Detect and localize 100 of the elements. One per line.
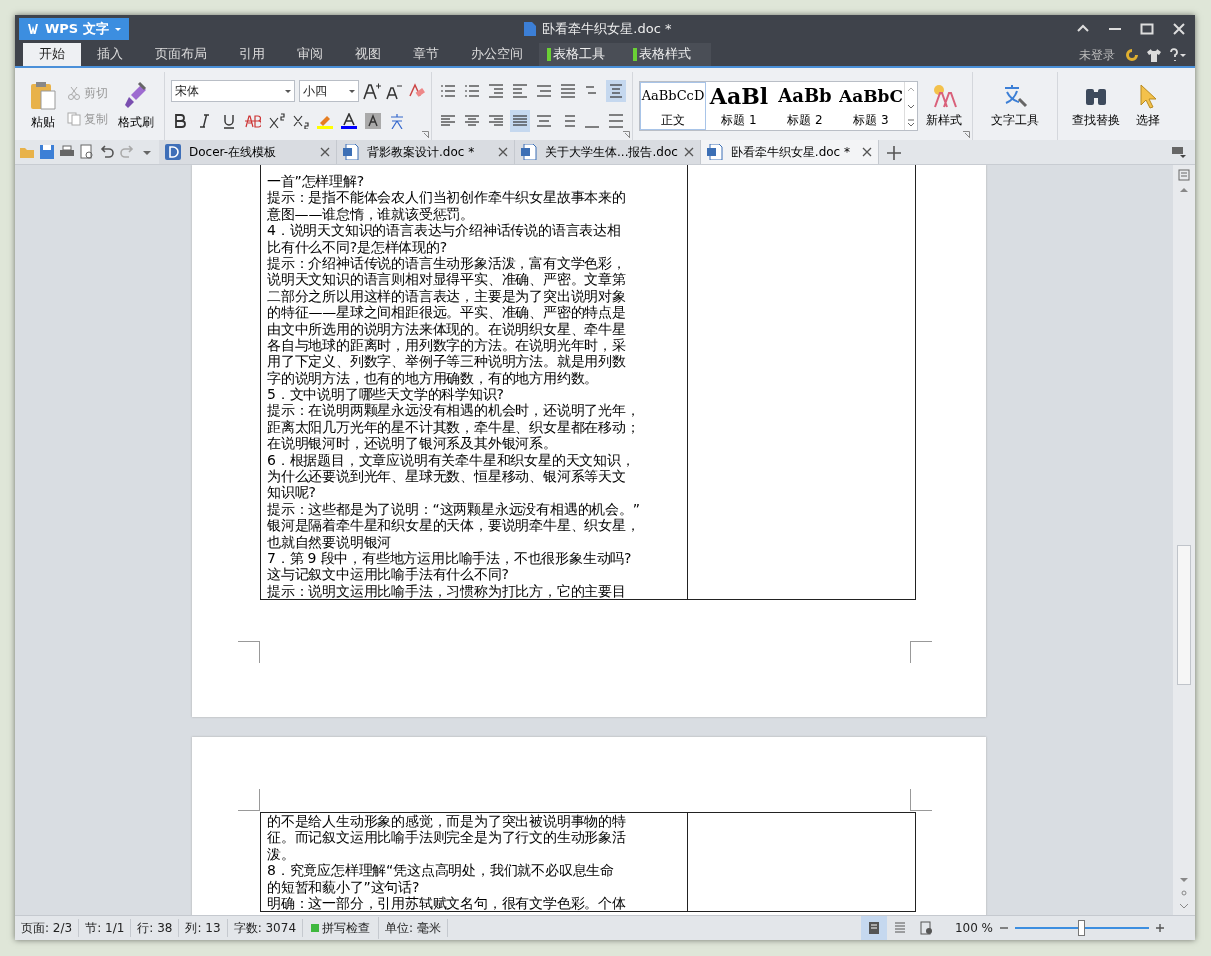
login-status[interactable]: 未登录 — [1079, 45, 1115, 64]
new-style-icon — [931, 83, 957, 109]
scroll-up-icon[interactable] — [1179, 187, 1189, 193]
document-text-line: 知识呢? — [267, 484, 317, 501]
document-tab[interactable]: 卧看牵牛织女星.doc * — [700, 140, 879, 164]
ribbon-tab[interactable]: 审阅 — [281, 43, 339, 66]
zoom-in-icon[interactable] — [1155, 923, 1165, 933]
crop-mark — [910, 789, 932, 811]
document-tab[interactable]: 背影教案设计.doc * — [337, 140, 515, 164]
line-spacing-icon[interactable] — [536, 83, 552, 99]
character-shading-icon[interactable] — [365, 113, 381, 129]
document-text-line: 银河是隔着牵牛星和织女星的天体，要说明牵牛星、织女星， — [267, 517, 641, 534]
document-text-line: 二部分之所以用这样的语言表达，主要是为了突出说明对象 — [267, 287, 627, 305]
strikethrough-icon[interactable] — [245, 113, 261, 129]
paste-button[interactable]: 粘贴 — [25, 81, 61, 131]
ribbon-tab[interactable]: 章节 — [397, 43, 455, 66]
scroll-down-icon[interactable] — [1179, 877, 1189, 883]
close-icon[interactable] — [320, 147, 330, 157]
close-icon[interactable] — [683, 147, 694, 157]
text-tools-button[interactable]: 文字工具 — [979, 83, 1051, 129]
zoom-level: 100 % — [954, 920, 993, 937]
save-icon[interactable] — [39, 144, 55, 160]
status-text: 列: 13 — [185, 920, 221, 937]
decrease-indent-icon[interactable] — [488, 83, 504, 99]
close-icon[interactable] — [861, 147, 872, 157]
page-icon[interactable] — [1178, 169, 1190, 181]
font-size-field[interactable]: 小四 — [299, 80, 359, 102]
align-center-icon[interactable] — [464, 113, 480, 129]
document-text-line: 7．第 9 段中，有些地方运用比喻手法，不也很形象生动吗? — [267, 550, 633, 567]
undo-icon[interactable] — [99, 144, 115, 160]
document-text-line: 也就自然要说明银河 — [267, 533, 393, 550]
font-name-field[interactable]: 宋体 — [171, 80, 295, 102]
page-view-icon[interactable] — [866, 921, 881, 935]
document-text-line: 这与记叙文中运用比喻手法有什么不同? — [267, 566, 510, 583]
ribbon-tab[interactable]: 视图 — [339, 43, 397, 66]
format-painter-button[interactable]: 格式刷 — [114, 81, 158, 131]
dialog-launcher-icon[interactable] — [422, 131, 429, 138]
dialog-launcher-icon[interactable] — [963, 131, 970, 138]
bold-icon[interactable] — [173, 113, 189, 129]
document-text-line: 为什么还要说到光年、星球无数、恒星移动、银河系等天文 — [267, 468, 627, 485]
superscript-icon[interactable] — [269, 113, 285, 129]
shrink-font-icon[interactable] — [385, 82, 403, 100]
ribbon-tab[interactable]: 引用 — [223, 43, 281, 66]
document-tab[interactable]: Docer-在线模板 — [159, 140, 337, 164]
shirt-icon[interactable] — [1147, 47, 1161, 62]
document-text-line: 5．文中说明了哪些天文学的科学知识? — [267, 386, 505, 403]
web-view-icon[interactable] — [918, 921, 933, 935]
style-option[interactable]: AaBbCcD 正文 — [640, 82, 706, 130]
ribbon-tab[interactable]: 开始 — [23, 43, 81, 66]
align-left-icon[interactable] — [440, 113, 456, 129]
previous-page-icon[interactable] — [1179, 889, 1189, 897]
document-tab[interactable]: 关于大学生体...报告.doc — [515, 140, 701, 164]
increase-indent-icon[interactable] — [512, 83, 528, 99]
print-preview-icon[interactable] — [79, 144, 95, 160]
subscript-icon[interactable] — [293, 113, 309, 129]
font-color-icon[interactable] — [341, 113, 357, 129]
status-icon — [311, 924, 320, 932]
clear-format-icon[interactable] — [407, 82, 425, 100]
find-replace-button[interactable]: 查找替换 — [1064, 83, 1128, 129]
document-text-line: 的特征——星球之间相距很远。平实、准确、严密的特点是 — [267, 304, 627, 321]
style-option[interactable]: AaBb 标题 2 — [772, 82, 838, 130]
ribbon-tab[interactable]: 表格样式 — [625, 43, 711, 66]
justify-icon[interactable] — [512, 113, 528, 129]
document-text-line: 的短暂和藐小了”这句话? — [267, 878, 421, 895]
style-option[interactable]: AaBbC 标题 3 — [838, 82, 904, 130]
ribbon-tab[interactable]: 表格工具 — [539, 43, 625, 66]
document-text-line: 各自与地球的距离时，用列数字的方法。在说明光年时，采 — [267, 336, 627, 354]
skin-icon[interactable] — [1125, 47, 1139, 62]
scrollbar-thumb[interactable] — [1177, 545, 1191, 685]
word-document-icon — [343, 144, 359, 160]
document-text-line: 征。而记叙文运用比喻手法则完全是为了行文的生动形象活 — [267, 829, 627, 846]
document-text-line: 一首”怎样理解? — [267, 173, 366, 190]
close-icon[interactable] — [498, 147, 508, 157]
spell-check-button[interactable]: 拼写检查 — [309, 917, 373, 939]
new-style-button[interactable]: 新样式 — [922, 83, 966, 129]
paintbrush-icon — [123, 81, 149, 111]
outline-view-icon[interactable] — [892, 921, 907, 935]
style-option[interactable]: AaBl 标题 1 — [706, 82, 772, 130]
bullet-list-icon[interactable] — [440, 83, 456, 99]
next-page-icon[interactable] — [1179, 903, 1189, 911]
ribbon-tab[interactable]: 页面布局 — [139, 43, 223, 66]
numbered-list-icon[interactable] — [464, 83, 480, 99]
ribbon-tab[interactable]: 插入 — [81, 43, 139, 66]
dialog-launcher-icon[interactable] — [623, 131, 630, 138]
document-text-line: 6．根据题目，文章应说明有关牵牛星和织女星的天文知识， — [267, 451, 636, 469]
maximize-icon[interactable] — [1140, 23, 1154, 35]
ribbon-tab[interactable]: 办公空间 — [455, 43, 539, 66]
phonetic-guide-icon[interactable] — [389, 113, 405, 129]
tab-list-icon[interactable] — [1171, 145, 1187, 159]
grow-font-icon[interactable] — [363, 82, 381, 100]
help-icon[interactable] — [1169, 47, 1187, 62]
docer-icon — [165, 144, 181, 160]
underline-icon[interactable] — [221, 113, 237, 129]
document-text-line: 比有什么不同?是怎样体现的? — [267, 238, 449, 255]
align-right-icon[interactable] — [488, 113, 504, 129]
document-text-line: 意图——谁怠惰，谁就该受惩罚。 — [267, 205, 475, 223]
text-wrench-icon — [1002, 83, 1028, 109]
highlighter-icon[interactable] — [317, 113, 333, 129]
document-text-line: 距离太阳几万光年的星不计其数，牵牛星、织女星都在移动； — [267, 418, 641, 436]
select-button[interactable]: 选择 — [1132, 83, 1164, 129]
